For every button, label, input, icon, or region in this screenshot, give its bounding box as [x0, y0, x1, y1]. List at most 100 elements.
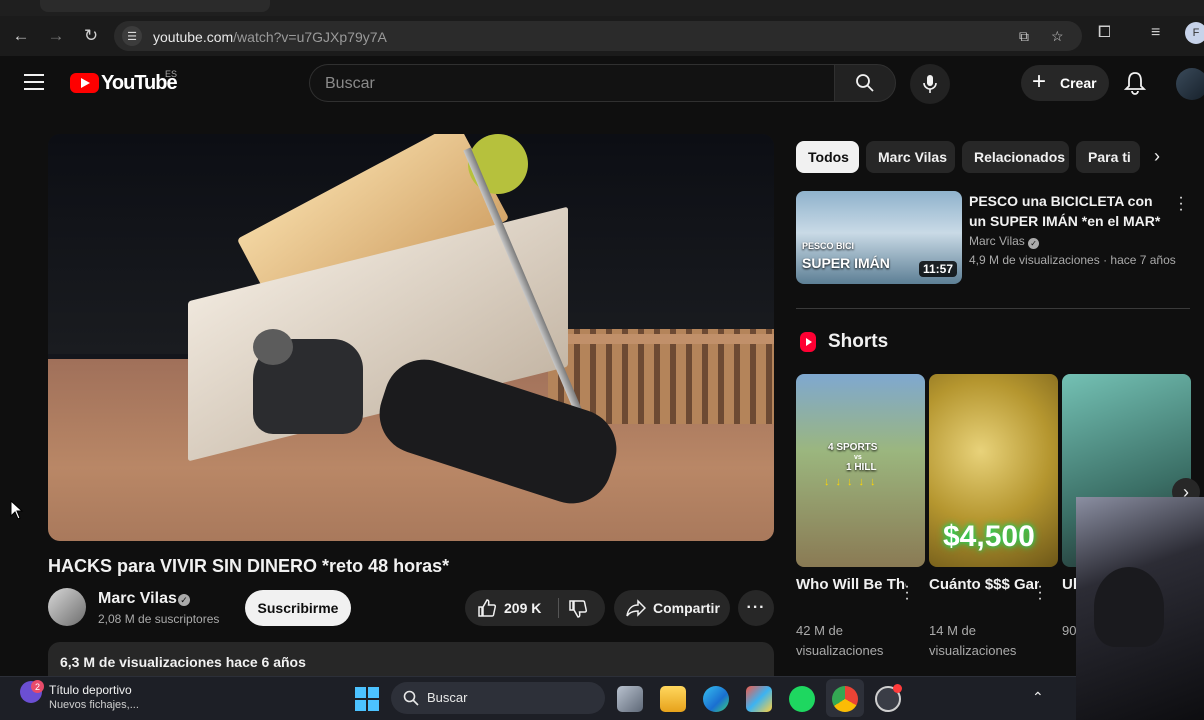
- recommended-channel[interactable]: Marc Vilas ✓: [969, 234, 1040, 249]
- video-duration: 11:57: [919, 261, 958, 277]
- chrome-browser-icon[interactable]: [832, 686, 858, 712]
- browser-toolbar: ← → ↻ ☰ youtube.com/watch?v=u7GJXp79y7A …: [0, 16, 1204, 56]
- search-icon: [403, 690, 419, 706]
- reading-list-icon[interactable]: ≡: [1151, 24, 1160, 42]
- sidebar-divider: [796, 308, 1190, 309]
- taskbar-search-label: Buscar: [427, 690, 468, 705]
- chip-para-ti[interactable]: Para ti: [1076, 141, 1140, 173]
- chevron-right-icon[interactable]: ›: [1154, 146, 1160, 167]
- like-count[interactable]: 209 K: [504, 600, 541, 616]
- share-label: Compartir: [653, 600, 720, 616]
- short-views-1: 42 M de visualizaciones: [796, 623, 884, 658]
- webcam-person: [1094, 567, 1164, 647]
- spotify-icon[interactable]: [789, 686, 815, 712]
- channel-avatar[interactable]: [48, 588, 86, 626]
- plus-icon: +: [1032, 68, 1047, 95]
- profile-avatar[interactable]: F: [1185, 22, 1204, 44]
- bookmark-star-icon[interactable]: ☆: [1051, 28, 1064, 45]
- video-player[interactable]: [48, 134, 774, 541]
- chevron-up-icon[interactable]: ⌃: [1032, 689, 1044, 706]
- chip-marc-vilas[interactable]: Marc Vilas: [866, 141, 955, 173]
- recording-dot-icon: [893, 684, 902, 693]
- microphone-icon: [923, 75, 937, 93]
- search-icon: [856, 74, 874, 92]
- file-explorer-icon[interactable]: [660, 686, 686, 712]
- search-input[interactable]: Buscar: [309, 64, 834, 102]
- shorts-heading: Shorts: [828, 331, 889, 352]
- short-overlay-price: $4,500: [943, 520, 1035, 553]
- share-arrow-icon: [626, 599, 646, 617]
- search-placeholder: Buscar: [325, 75, 375, 92]
- notifications-bell-icon[interactable]: [1124, 71, 1146, 95]
- recommended-channel-name: Marc Vilas: [969, 234, 1025, 248]
- address-bar[interactable]: ☰ youtube.com/watch?v=u7GJXp79y7A ⧉ ☆: [114, 21, 1082, 51]
- reload-icon[interactable]: ↻: [79, 24, 103, 48]
- create-button[interactable]: + Crear: [1021, 65, 1109, 101]
- extensions-icon[interactable]: ⧠: [1098, 24, 1111, 42]
- voice-search-button[interactable]: [910, 64, 950, 104]
- task-view-icon[interactable]: [617, 686, 643, 712]
- subscribe-button[interactable]: Suscribirme: [245, 590, 351, 626]
- youtube-logo-icon[interactable]: [70, 73, 99, 93]
- recommended-meta: 4,9 M de visualizaciones · hace 7 años: [969, 253, 1176, 267]
- chip-relacionados[interactable]: Relacionados: [962, 141, 1069, 173]
- url-path: /watch?v=u7GJXp79y7A: [233, 29, 387, 45]
- region-code: ES: [165, 69, 178, 79]
- more-actions-button[interactable]: ···: [738, 590, 774, 626]
- thumbs-down-icon[interactable]: [568, 599, 588, 619]
- webcam-overlay: [1076, 497, 1204, 720]
- thumb-text-line1: PESCO BICI: [802, 241, 855, 251]
- verified-check-icon: ✓: [178, 594, 190, 606]
- tab-strip: [0, 0, 1204, 16]
- widget-badge: 2: [31, 680, 44, 693]
- windows-taskbar: 2 Título deportivo Nuevos fichajes,... B…: [0, 676, 1076, 720]
- short-views-3: 90: [1062, 623, 1076, 638]
- install-app-icon[interactable]: ⧉: [1019, 28, 1029, 45]
- short-title-3[interactable]: Ul Go: [1062, 574, 1076, 595]
- down-arrows-icon: ↓↓↓↓↓: [824, 476, 882, 488]
- thumb-text-line2: SUPER IMÁN: [802, 255, 890, 271]
- short-thumbnail-2[interactable]: $4,500: [929, 374, 1058, 567]
- like-separator: [558, 598, 559, 618]
- kebab-menu-icon[interactable]: · · ·: [904, 579, 910, 607]
- forward-arrow-icon[interactable]: →: [44, 24, 68, 48]
- create-label: Crear: [1060, 75, 1097, 91]
- site-info-icon[interactable]: ☰: [122, 26, 142, 46]
- back-arrow-icon[interactable]: ←: [9, 24, 33, 48]
- edge-browser-icon[interactable]: [703, 686, 729, 712]
- microsoft-store-icon[interactable]: [746, 686, 772, 712]
- thumbs-up-icon[interactable]: [477, 598, 497, 618]
- share-button[interactable]: Compartir: [614, 590, 730, 626]
- short-title-2[interactable]: Cuánto $$$ Ganó en Un...: [929, 574, 1039, 595]
- like-dislike-bar: 209 K: [465, 590, 605, 626]
- recommended-title[interactable]: PESCO una BICICLETA con un SUPER IMÁN *e…: [969, 191, 1169, 231]
- short-overlay-text: 4 SPORTS: [828, 442, 878, 453]
- account-avatar[interactable]: [1176, 68, 1204, 100]
- short-overlay-vs: vs: [854, 454, 862, 461]
- search-button[interactable]: [834, 64, 896, 102]
- widget-title[interactable]: Título deportivo: [49, 683, 132, 697]
- kebab-menu-icon[interactable]: · · ·: [1037, 579, 1043, 607]
- short-title-1[interactable]: Who Will Be The ...: [796, 574, 906, 595]
- view-count-date: 6,3 M de visualizaciones hace 6 años: [60, 654, 306, 670]
- short-views-2: 14 M de visualizaciones: [929, 623, 1017, 658]
- short-overlay-hill: 1 HILL: [846, 462, 877, 473]
- verified-check-icon: ✓: [1028, 238, 1040, 249]
- channel-name[interactable]: Marc Vilas: [98, 590, 177, 608]
- video-frame-person-head: [253, 329, 293, 365]
- kebab-menu-icon[interactable]: · · ·: [1178, 190, 1184, 218]
- menu-icon[interactable]: [24, 74, 44, 95]
- taskbar-search[interactable]: Buscar: [391, 682, 605, 714]
- youtube-header: YouTube ES Buscar + Crear: [0, 56, 1204, 110]
- short-thumbnail-1[interactable]: 4 SPORTS vs 1 HILL ↓↓↓↓↓: [796, 374, 925, 567]
- widget-subtitle[interactable]: Nuevos fichajes,...: [49, 699, 139, 711]
- url-domain: youtube.com: [153, 29, 234, 45]
- windows-start-icon[interactable]: [355, 687, 379, 711]
- shorts-logo-icon: [800, 332, 816, 352]
- chip-todos[interactable]: Todos: [796, 141, 859, 173]
- video-title: HACKS para VIVIR SIN DINERO *reto 48 hor…: [48, 556, 450, 576]
- video-frame-fence-rail: [548, 334, 774, 344]
- active-tab[interactable]: [40, 0, 270, 12]
- subscriber-count: 2,08 M de suscriptores: [98, 612, 220, 626]
- url-text[interactable]: youtube.com/watch?v=u7GJXp79y7A: [153, 29, 387, 45]
